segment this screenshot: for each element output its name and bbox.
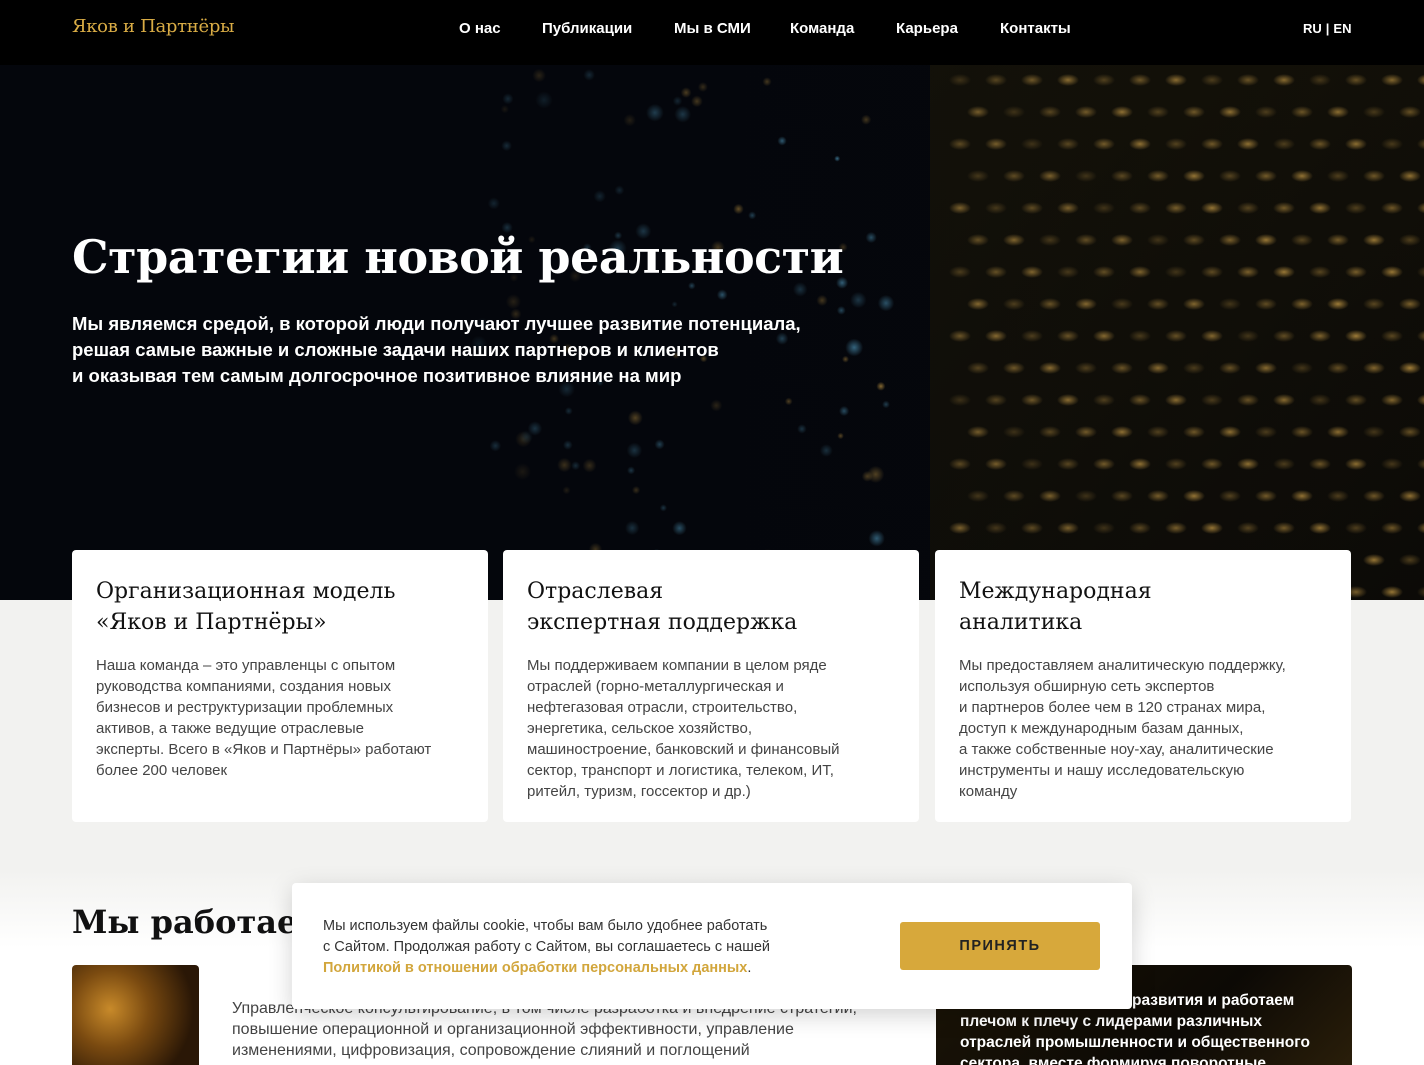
card-title-line: экспертная поддержка (527, 610, 798, 635)
lang-separator: | (1325, 21, 1330, 36)
nav-item-contacts[interactable]: Контакты (1000, 20, 1071, 37)
card-title-line: аналитика (959, 610, 1083, 635)
service-description-line: изменениями, цифровизация, сопровождение… (232, 1042, 750, 1059)
nav-item-career[interactable]: Карьера (896, 20, 958, 37)
card-text-line: инструменты и нашу исследовательскую (959, 762, 1245, 779)
cookie-message-line: Мы используем файлы cookie, чтобы вам бы… (323, 918, 768, 934)
card-title-line: Международная (959, 579, 1152, 604)
card-title-line: Отраслевая (527, 579, 664, 604)
service-description-line: повышение операционной и организационной… (232, 1021, 794, 1038)
nav-item-publications[interactable]: Публикации (542, 20, 632, 37)
cookie-banner: Мы используем файлы cookie, чтобы вам бы… (292, 883, 1132, 1009)
card-title: Отраслевая экспертная поддержка (527, 576, 895, 638)
cookie-message-line: с Сайтом. Продолжая работу с Сайтом, вы … (323, 939, 771, 955)
card-text-line: Мы предоставляем аналитическую поддержку… (959, 657, 1286, 674)
card-title-line: «Яков и Партнёры» (96, 610, 327, 635)
nav-item-media[interactable]: Мы в СМИ (674, 20, 751, 37)
language-switcher: RU | EN (1303, 21, 1351, 36)
hero-title: Стратегии новой реальности (72, 230, 844, 284)
card-text-line: команду (959, 783, 1018, 800)
privacy-policy-link[interactable]: Политикой в отношении обработки персонал… (323, 960, 747, 976)
accept-cookies-button[interactable]: ПРИНЯТЬ (900, 922, 1100, 970)
hero-subtitle: Мы являемся средой, в которой люди получ… (72, 311, 872, 389)
dark-card-text-line: плечом к плечу с лидерами различных (960, 1013, 1263, 1030)
card-text-line: Мы поддерживаем компании в целом ряде (527, 657, 827, 674)
site-header: Яков и Партнёры О нас Публикации Мы в СМ… (0, 0, 1424, 65)
hero-subtitle-line: Мы являемся средой, в которой люди получ… (72, 313, 801, 334)
card-text-line: нефтегазовая отрасли, строительство, (527, 699, 798, 716)
card-text-line: эксперты. Всего в «Яков и Партнёры» рабо… (96, 741, 432, 758)
card-text-line: отраслей (горно-металлургическая и (527, 678, 784, 695)
card-text-line: используя обширную сеть экспертов (959, 678, 1215, 695)
card-title: Международная аналитика (959, 576, 1327, 638)
cookie-message-line: Политикой в отношении обработки персонал… (323, 958, 863, 979)
feature-card-international-analytics: Международная аналитика Мы предоставляем… (935, 550, 1351, 822)
cookie-message: Мы используем файлы cookie, чтобы вам бы… (323, 916, 863, 979)
card-text-line: руководства компаниями, создания новых (96, 678, 391, 695)
card-text-line: Наша команда – это управленцы с опытом (96, 657, 396, 674)
dark-card-text-line: отраслей промышленности и общественного (960, 1034, 1310, 1051)
card-text: Мы предоставляем аналитическую поддержку… (959, 655, 1327, 802)
hero-subtitle-line: решая самые важные и сложные задачи наши… (72, 339, 719, 360)
card-text: Мы поддерживаем компании в целом ряде от… (527, 655, 895, 802)
lang-ru-link[interactable]: RU (1303, 21, 1322, 36)
card-title: Организационная модель «Яков и Партнёры» (96, 576, 464, 638)
card-text-line: и партнеров более чем в 120 странах мира… (959, 699, 1266, 716)
card-text-line: энергетика, сельское хозяйство, (527, 720, 752, 737)
hero-subtitle-line: и оказывая тем самым долгосрочное позити… (72, 365, 682, 386)
card-text-line: активов, а также ведущие отраслевые (96, 720, 364, 737)
feature-card-org-model: Организационная модель «Яков и Партнёры»… (72, 550, 488, 822)
site-logo[interactable]: Яков и Партнёры (72, 16, 234, 37)
card-text-line: а также собственные ноу-хау, аналитическ… (959, 741, 1274, 758)
cookie-period: . (747, 960, 752, 976)
dark-card-text-line: сектора, вместе формируя поворотные (960, 1055, 1266, 1065)
card-text: Наша команда – это управленцы с опытом р… (96, 655, 464, 781)
nav-item-about[interactable]: О нас (459, 20, 501, 37)
service-thumbnail-image (72, 965, 199, 1065)
card-text-line: бизнесов и реструктуризации проблемных (96, 699, 394, 716)
hero-section: Стратегии новой реальности Мы являемся с… (0, 65, 1424, 600)
card-text-line: ритейл, туризм, госсектор и др.) (527, 783, 751, 800)
nav-item-team[interactable]: Команда (790, 20, 854, 37)
feature-card-industry-expertise: Отраслевая экспертная поддержка Мы подде… (503, 550, 919, 822)
card-text-line: более 200 человек (96, 762, 228, 779)
card-text-line: сектор, транспорт и логистика, телеком, … (527, 762, 834, 779)
card-text-line: доступ к международным базам данных, (959, 720, 1244, 737)
card-text-line: машиностроение, банковский и финансовый (527, 741, 840, 758)
lang-en-link[interactable]: EN (1333, 21, 1351, 36)
card-title-line: Организационная модель (96, 579, 396, 604)
